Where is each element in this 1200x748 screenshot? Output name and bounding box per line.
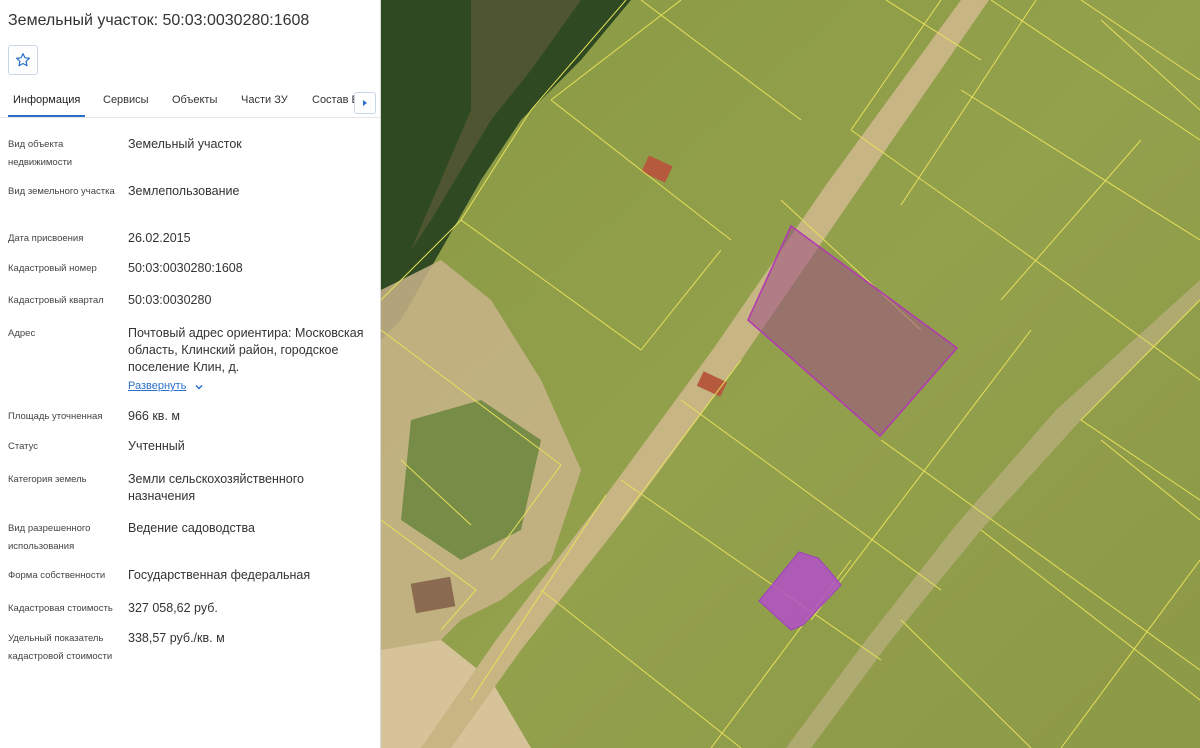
chevron-right-icon bbox=[363, 100, 367, 106]
favorite-button[interactable] bbox=[8, 45, 38, 75]
tabs-next-button[interactable] bbox=[354, 92, 376, 114]
property-label: Категория земель bbox=[8, 474, 87, 485]
tab-services[interactable]: Сервисы bbox=[103, 94, 149, 106]
property-label: Вид разрешенного использования bbox=[8, 523, 91, 552]
property-value: 327 058,62 руб. bbox=[128, 601, 218, 615]
tab-information[interactable]: Информация bbox=[13, 94, 80, 106]
expand-link[interactable]: Развернуть bbox=[128, 380, 186, 392]
info-panel: Земельный участок: 50:03:0030280:1608 Ин… bbox=[0, 0, 381, 748]
property-label: Форма собственности bbox=[8, 570, 106, 581]
property-label: Вид объекта недвижимости bbox=[8, 139, 73, 168]
property-value: 50:03:0030280:1608 bbox=[128, 261, 243, 275]
property-value: 50:03:0030280 bbox=[128, 293, 212, 307]
property-label: Вид земельного участка bbox=[8, 186, 115, 197]
property-value: 338,57 руб./кв. м bbox=[128, 631, 225, 645]
star-icon bbox=[16, 53, 30, 67]
tab-bar: Информация Сервисы Объекты Части ЗУ Сост… bbox=[0, 88, 380, 118]
property-value: Учтенный bbox=[128, 439, 185, 453]
property-value: 966 кв. м bbox=[128, 409, 180, 423]
property-value: Государственная федеральная bbox=[128, 568, 311, 582]
tab-objects[interactable]: Объекты bbox=[172, 94, 217, 106]
property-label: Адрес bbox=[8, 328, 36, 339]
active-tab-indicator bbox=[8, 115, 85, 117]
satellite-map[interactable] bbox=[381, 0, 1200, 748]
property-value: Ведение садоводства bbox=[128, 521, 255, 535]
tab-composition[interactable]: Состав Е bbox=[312, 94, 359, 106]
property-label: Кадастровая стоимость bbox=[8, 603, 113, 614]
property-value: 26.02.2015 bbox=[128, 231, 191, 245]
tab-parts[interactable]: Части ЗУ bbox=[241, 94, 288, 106]
property-label: Удельный показатель кадастровой стоимост… bbox=[8, 633, 113, 662]
map-view[interactable] bbox=[381, 0, 1200, 748]
property-label: Кадастровый квартал bbox=[8, 295, 104, 306]
property-label: Статус bbox=[8, 441, 39, 452]
property-value: Земли сельскохозяйственного назначения bbox=[128, 472, 304, 503]
property-label: Кадастровый номер bbox=[8, 263, 97, 274]
page-title: Земельный участок: 50:03:0030280:1608 bbox=[8, 12, 310, 29]
chevron-down-icon[interactable] bbox=[194, 382, 204, 392]
property-label: Площадь уточненная bbox=[8, 411, 103, 422]
address-value: Почтовый адрес ориентира: Московская обл… bbox=[128, 326, 364, 374]
property-label: Дата присвоения bbox=[8, 233, 84, 244]
property-value: Земельный участок bbox=[128, 137, 242, 151]
property-value: Землепользование bbox=[128, 184, 240, 198]
